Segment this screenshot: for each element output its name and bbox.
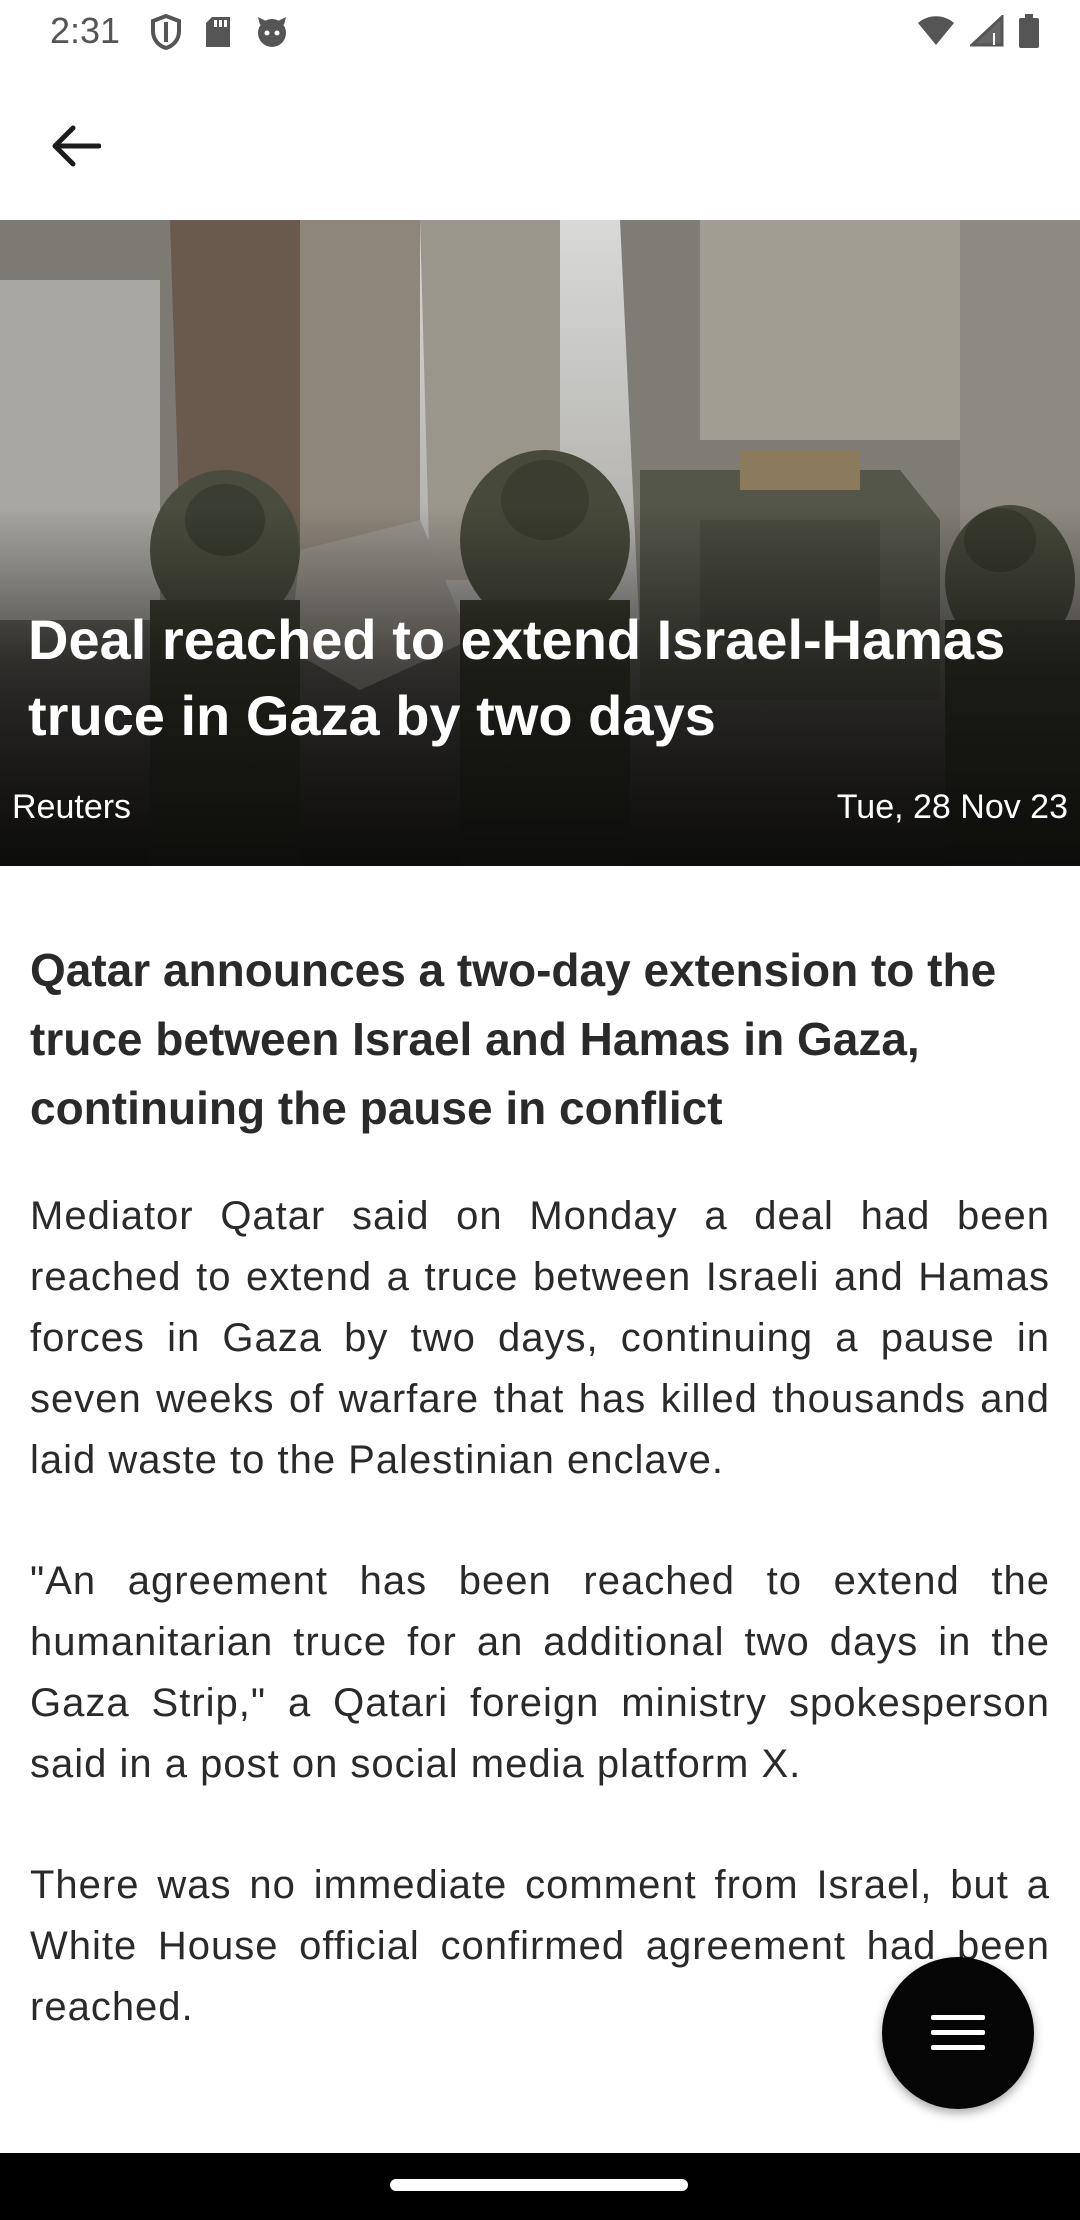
status-icons-left	[150, 14, 290, 50]
navigation-bar	[0, 2153, 1080, 2220]
article-paragraph: Mediator Qatar said on Monday a deal had…	[30, 1194, 1050, 1482]
article-date: Tue, 28 Nov 23	[836, 788, 1068, 826]
menu-icon[interactable]	[931, 2015, 985, 2051]
hero-image[interactable]: Deal reached to extend Israel-Hamas truc…	[0, 220, 1080, 866]
sd-card-icon	[206, 17, 230, 47]
shield-icon	[151, 14, 181, 50]
back-button[interactable]	[36, 106, 116, 186]
article-paragraph: "An agreement has been reached to extend…	[30, 1559, 1050, 1786]
face-icon	[258, 17, 286, 47]
article-body: Mediator Qatar said on Monday a deal had…	[30, 1186, 1050, 2098]
signal-icon	[970, 15, 1004, 47]
status-bar: 2:31	[0, 0, 1080, 64]
menu-fab-button[interactable]	[882, 1957, 1034, 2109]
article-source: Reuters	[12, 788, 132, 826]
article-title: Deal reached to extend Israel-Hamas truc…	[28, 608, 1006, 747]
arrow-back-icon[interactable]	[51, 124, 101, 168]
wifi-icon	[918, 16, 954, 45]
article-subtitle: Qatar announces a two-day extension to t…	[30, 944, 997, 1134]
app-bar	[0, 64, 1080, 220]
battery-icon	[1019, 14, 1039, 48]
status-time: 2:31	[50, 10, 121, 51]
home-gesture-handle[interactable]	[390, 2179, 688, 2191]
status-icons-right	[916, 14, 1040, 48]
